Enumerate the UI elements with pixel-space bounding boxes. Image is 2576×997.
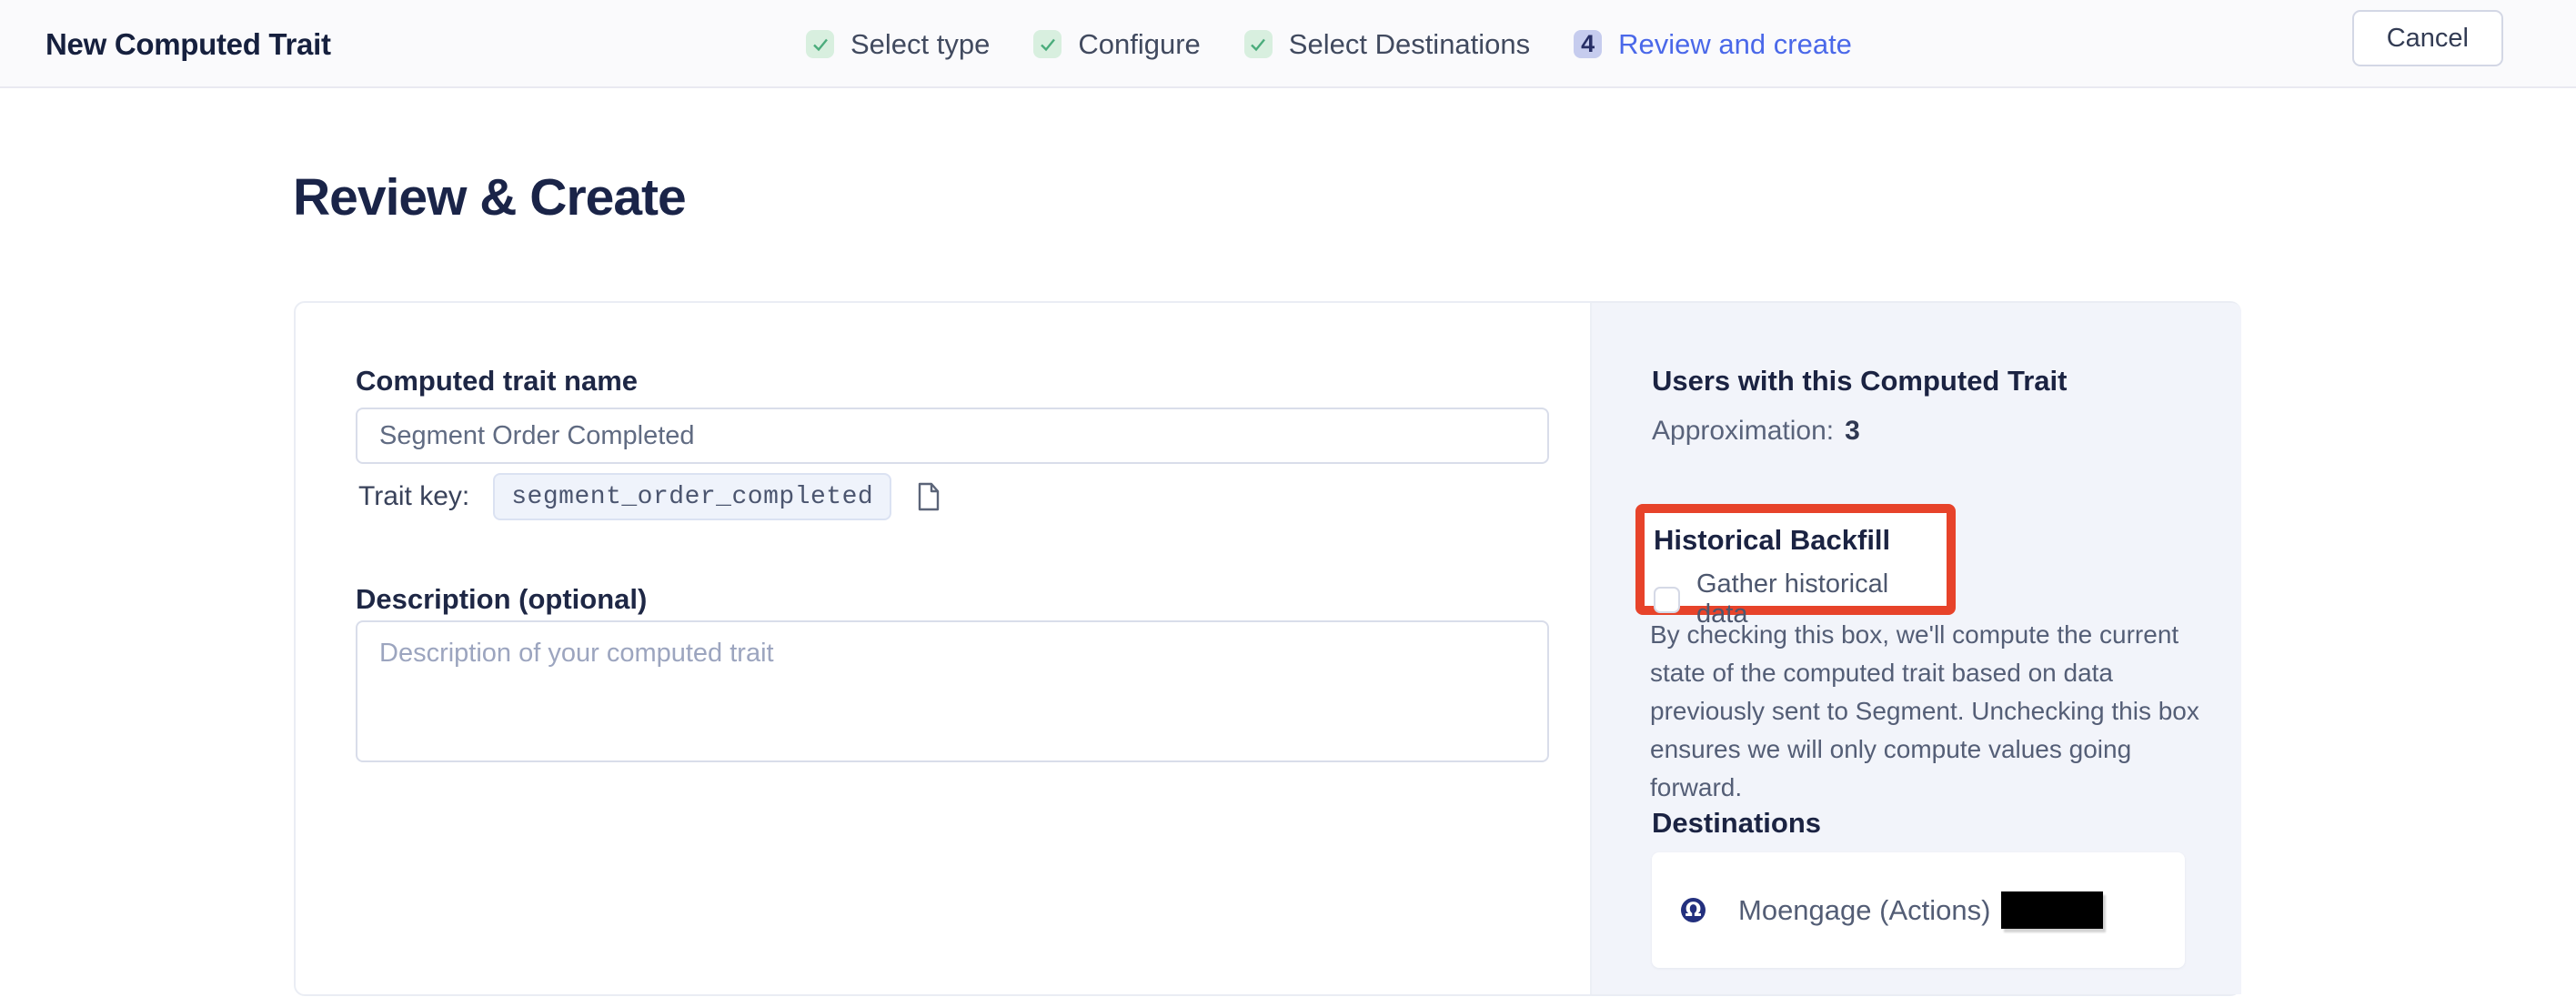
description-textarea[interactable] (356, 620, 1549, 762)
historical-backfill-heading: Historical Backfill (1654, 524, 1947, 557)
header-bar: New Computed Trait Select type Configure… (0, 0, 2576, 88)
gather-historical-data-checkbox[interactable] (1654, 587, 1680, 613)
window-title: New Computed Trait (45, 0, 331, 88)
step-review-and-create[interactable]: 4 Review and create (1574, 28, 1852, 61)
check-icon (806, 30, 834, 58)
step-configure[interactable]: Configure (1033, 28, 1200, 61)
computed-trait-name-label: Computed trait name (356, 365, 638, 398)
computed-trait-name-input[interactable] (356, 408, 1549, 464)
check-icon (1033, 30, 1062, 58)
destinations-heading: Destinations (1652, 807, 1821, 840)
check-icon (1244, 30, 1273, 58)
destination-name: Moengage (Actions) (1738, 894, 1990, 927)
backfill-description-text: By checking this box, we'll compute the … (1650, 616, 2205, 807)
trait-key-value-chip: segment_order_completed (493, 473, 891, 520)
approximation-label: Approximation: (1652, 416, 1834, 447)
approximation-value: 3 (1845, 416, 1860, 447)
destination-row[interactable]: Ω Moengage (Actions) (1652, 852, 2185, 968)
step-label: Select Destinations (1289, 28, 1530, 61)
cancel-button[interactable]: Cancel (2352, 10, 2503, 66)
approximation-row: Approximation: 3 (1652, 416, 1860, 447)
step-select-destinations[interactable]: Select Destinations (1244, 28, 1530, 61)
page-title: Review & Create (293, 167, 686, 227)
moengage-logo-icon: Ω (1681, 898, 1706, 922)
historical-backfill-highlight-box: Historical Backfill Gather historical da… (1635, 504, 1956, 615)
step-label: Review and create (1618, 28, 1852, 61)
trait-key-row: Trait key: segment_order_completed (358, 473, 941, 520)
step-select-type[interactable]: Select type (806, 28, 990, 61)
summary-panel: Users with this Computed Trait Approxima… (1590, 303, 2241, 994)
step-label: Select type (850, 28, 990, 61)
copy-document-icon[interactable] (917, 482, 941, 511)
step-label: Configure (1078, 28, 1200, 61)
users-with-trait-heading: Users with this Computed Trait (1652, 365, 2067, 398)
wizard-stepper: Select type Configure Select Destination… (806, 0, 1852, 88)
description-label: Description (optional) (356, 583, 647, 616)
trait-key-label: Trait key: (358, 481, 469, 512)
redacted-text-block (2001, 891, 2103, 929)
review-card: Computed trait name Trait key: segment_o… (294, 301, 2241, 996)
step-number-badge: 4 (1574, 30, 1602, 58)
